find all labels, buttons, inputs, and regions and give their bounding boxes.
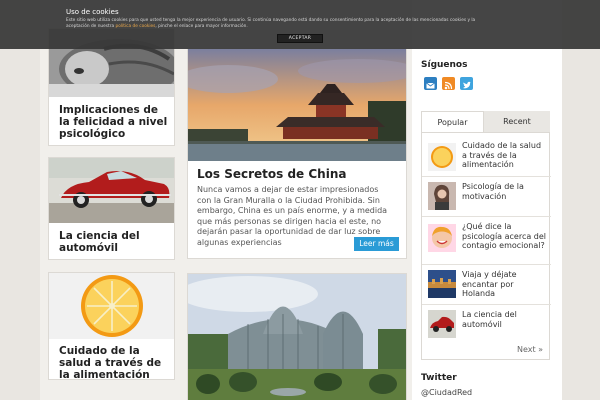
accept-cookies-button[interactable]: ACEPTAR — [277, 34, 323, 43]
twitter-handle[interactable]: @CiudadRed — [421, 388, 472, 397]
cookie-banner: Uso de cookies Este sitio web utiliza co… — [0, 0, 600, 49]
list-item-title[interactable]: Psicología de la motivación — [462, 182, 548, 201]
woman-thumbnail[interactable] — [428, 182, 456, 210]
smile-thumbnail[interactable] — [428, 224, 456, 252]
cookie-title: Uso de cookies — [66, 8, 119, 16]
post-thumbnail-orange[interactable] — [49, 273, 174, 339]
popular-posts-list: Cuidado de la salud a través de la alime… — [421, 132, 551, 360]
post-card-automovil[interactable]: La ciencia del automóvil — [48, 157, 175, 260]
list-item-title[interactable]: Cuidado de la salud a través de la alime… — [462, 141, 548, 170]
post-title[interactable]: Cuidado de la salud a través de la alime… — [59, 345, 168, 381]
divider — [422, 216, 551, 217]
list-item-title[interactable]: Viaja y déjate encantar por Holanda — [462, 270, 548, 299]
divider — [422, 176, 551, 177]
post-card-invernadero[interactable] — [187, 273, 407, 400]
post-title[interactable]: Implicaciones de la felicidad a nivel ps… — [59, 104, 168, 140]
post-thumbnail-greenhouse[interactable] — [188, 274, 406, 400]
holland-thumbnail[interactable] — [428, 270, 456, 298]
twitter-title: Twitter — [421, 373, 457, 383]
rss-icon[interactable] — [442, 77, 455, 90]
tab-popular[interactable]: Popular — [421, 111, 484, 132]
cookie-policy-link[interactable]: política de cookies — [115, 24, 155, 29]
car-thumbnail[interactable] — [428, 310, 456, 338]
sidebar-tabs: Popular Recent — [421, 111, 550, 132]
next-link[interactable]: Next » — [517, 345, 543, 354]
read-more-button[interactable]: Leer más — [354, 237, 399, 251]
divider — [422, 264, 551, 265]
post-title[interactable]: Los Secretos de China — [197, 167, 346, 181]
twitter-icon[interactable] — [460, 77, 473, 90]
post-thumbnail-china[interactable] — [188, 49, 406, 161]
list-item-title[interactable]: La ciencia del automóvil — [462, 310, 548, 329]
tab-recent[interactable]: Recent — [484, 111, 550, 132]
follow-title: Síguenos — [421, 60, 468, 70]
post-title[interactable]: La ciencia del automóvil — [59, 230, 168, 254]
cookie-text: Este sitio web utiliza cookies para que … — [66, 18, 486, 30]
email-icon[interactable] — [424, 77, 437, 90]
cookie-text-after-link: , pinche el enlace para mayor informació… — [155, 24, 248, 29]
orange-thumbnail[interactable] — [428, 143, 456, 171]
list-item-title[interactable]: ¿Qué dice la psicología acerca del conta… — [462, 222, 548, 251]
post-thumbnail-car[interactable] — [49, 158, 174, 223]
post-card-naranja[interactable]: Cuidado de la salud a través de la alime… — [48, 272, 175, 381]
divider — [422, 304, 551, 305]
